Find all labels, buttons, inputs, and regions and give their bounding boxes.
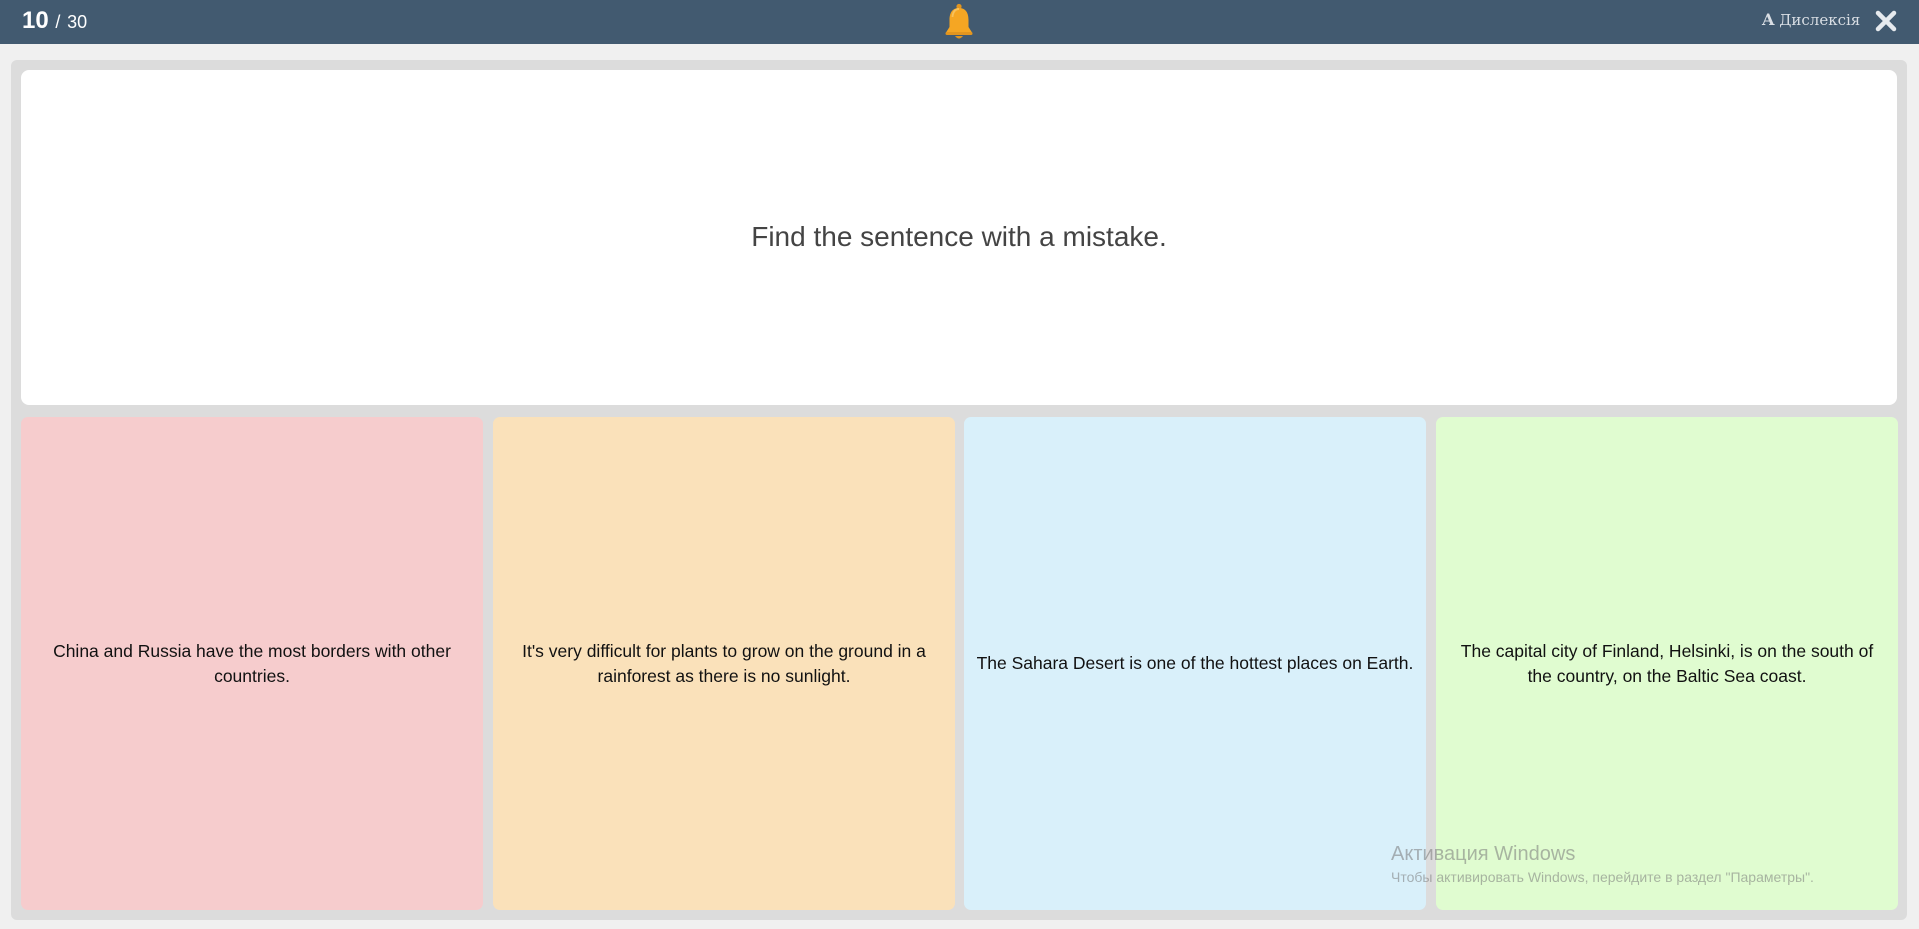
dyslexia-label: Дислексія (1779, 11, 1861, 29)
current-question-number: 10 (22, 7, 49, 34)
total-questions: 30 (67, 12, 88, 32)
bell-icon[interactable] (941, 2, 977, 42)
top-bar: 10 / 30 A Дислексія (0, 0, 1919, 44)
close-icon[interactable] (1874, 7, 1898, 35)
answer-grid: China and Russia have the most borders w… (21, 417, 1898, 910)
answer-option-1[interactable]: China and Russia have the most borders w… (21, 417, 483, 910)
answer-option-3[interactable]: The Sahara Desert is one of the hottest … (964, 417, 1426, 910)
question-panel: Find the sentence with a mistake. (21, 70, 1897, 405)
answer-option-text: The capital city of Finland, Helsinki, i… (1460, 640, 1874, 686)
dyslexia-toggle[interactable]: A Дислексія (1762, 10, 1860, 30)
answer-option-text: It's very difficult for plants to grow o… (522, 640, 926, 686)
answer-option-4[interactable]: The capital city of Finland, Helsinki, i… (1436, 417, 1898, 910)
question-text: Find the sentence with a mistake. (751, 220, 1167, 252)
answer-option-text: China and Russia have the most borders w… (53, 640, 451, 686)
answer-option-2[interactable]: It's very difficult for plants to grow o… (493, 417, 955, 910)
answer-option-text: The Sahara Desert is one of the hottest … (976, 653, 1414, 673)
question-counter: 10 / 30 (22, 7, 87, 36)
dyslexia-icon: A (1762, 10, 1775, 29)
counter-separator: / (55, 12, 61, 32)
